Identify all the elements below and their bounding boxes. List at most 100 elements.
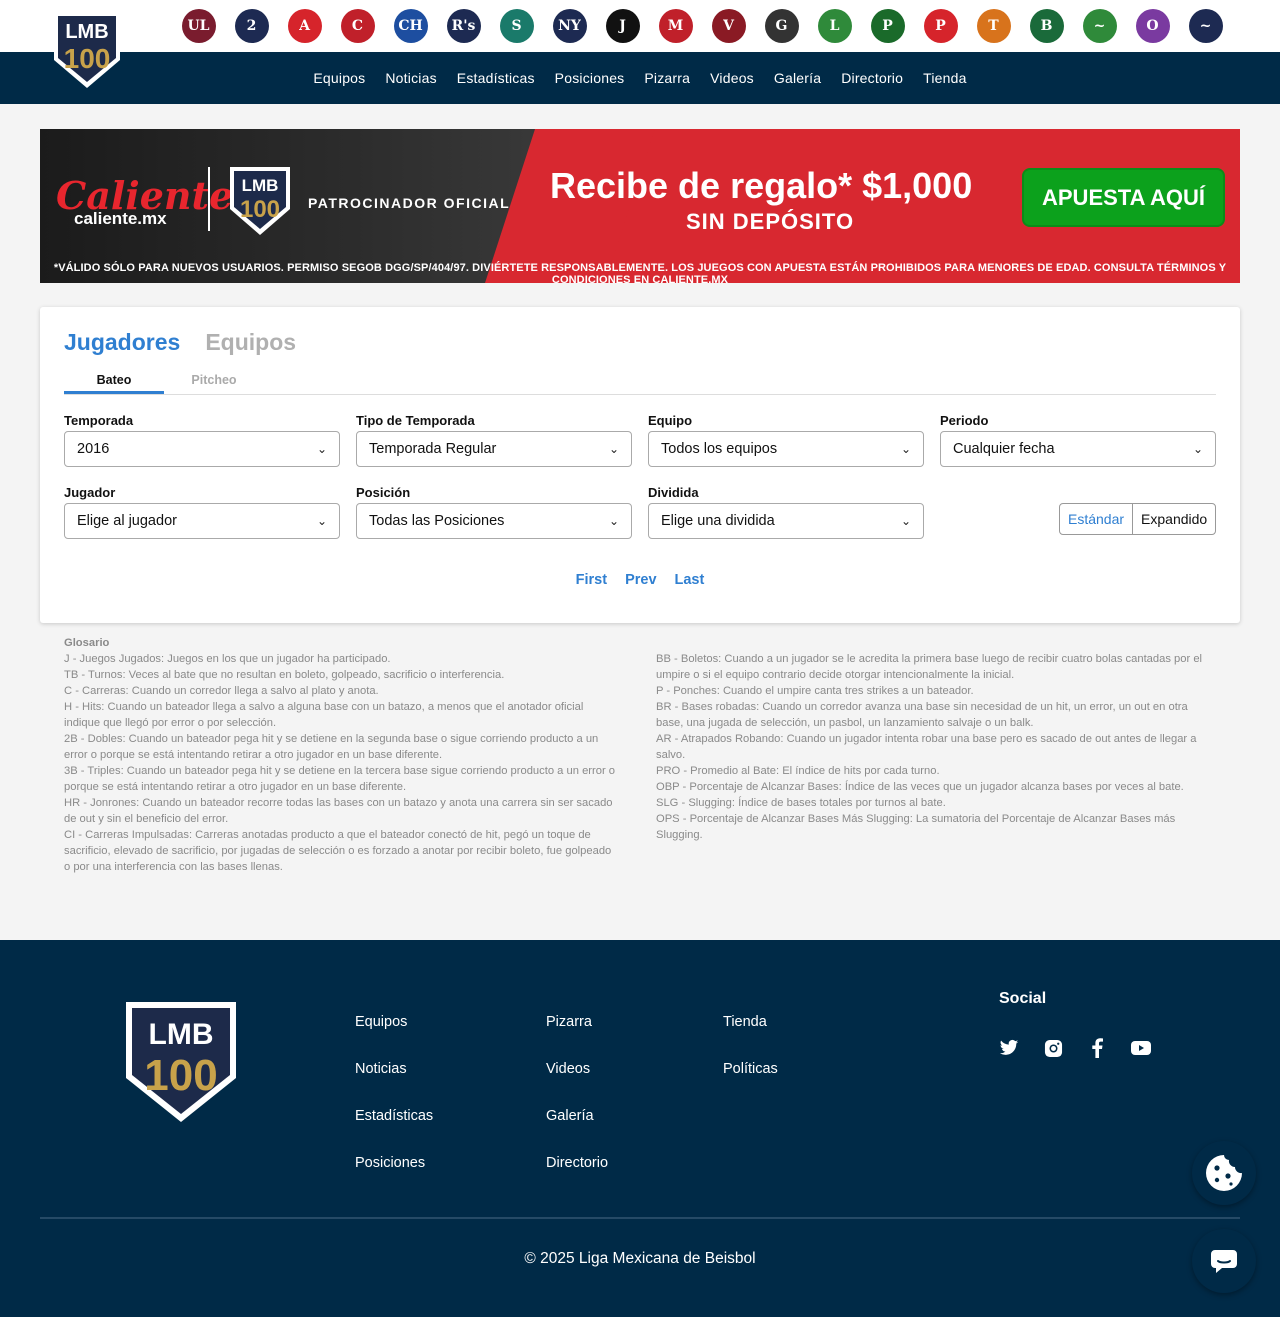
first-page-link[interactable]: First: [576, 572, 607, 588]
season-value: 2016: [77, 441, 110, 457]
glossary-left-list: J - Juegos Jugados: Juegos en los que un…: [64, 651, 616, 875]
tab-bateo[interactable]: Bateo: [64, 371, 164, 394]
footer-links-col3: Tienda Políticas: [723, 1014, 778, 1108]
nav-equipos[interactable]: Equipos: [303, 70, 375, 86]
glossary-left: Glosario J - Juegos Jugados: Juegos en l…: [64, 635, 616, 875]
nav-tienda[interactable]: Tienda: [913, 70, 977, 86]
twitter-icon[interactable]: [999, 1038, 1019, 1058]
youtube-icon[interactable]: [1131, 1038, 1151, 1058]
chevron-down-icon: ⌄: [608, 442, 619, 456]
position-value: Todas las Posiciones: [369, 513, 505, 529]
banner-headline: Recibe de regalo* $1,000: [550, 165, 973, 206]
footer: LMB 100 Equipos Noticias Estadísticas Po…: [0, 940, 1280, 1317]
team-logo-10[interactable]: M: [649, 6, 702, 46]
nav-posiciones[interactable]: Posiciones: [545, 70, 635, 86]
team-logo-3[interactable]: A: [278, 6, 331, 46]
nav-pizarra[interactable]: Pizarra: [634, 70, 700, 86]
team-logo-20[interactable]: ~: [1179, 6, 1232, 46]
nav-directorio[interactable]: Directorio: [831, 70, 913, 86]
tab-pitcheo[interactable]: Pitcheo: [164, 371, 264, 394]
instagram-icon[interactable]: [1043, 1038, 1063, 1058]
team-logo-12[interactable]: G: [755, 6, 808, 46]
expanded-view-button[interactable]: Expandido: [1133, 504, 1215, 534]
standard-view-button[interactable]: Estándar: [1060, 504, 1134, 534]
chevron-down-icon: ⌄: [900, 442, 911, 456]
team-logo-17[interactable]: B: [1020, 6, 1073, 46]
footer-link-pizarra[interactable]: Pizarra: [546, 1014, 608, 1061]
period-select[interactable]: Cualquier fecha ⌄: [940, 431, 1216, 467]
team-logo-6[interactable]: R's: [437, 6, 490, 46]
banner-legal: *VÁLIDO SÓLO PARA NUEVOS USUARIOS. PERMI…: [53, 262, 1227, 283]
sponsor-banner[interactable]: Caliente caliente.mx LMB 100 PATROCINADO…: [40, 129, 1240, 283]
footer-links-col2: Pizarra Videos Galería Directorio: [546, 1014, 608, 1202]
team-mark: J: [605, 9, 640, 43]
footer-link-estadisticas[interactable]: Estadísticas: [355, 1108, 433, 1155]
team-mark: O: [1135, 9, 1170, 43]
social-links: [999, 1038, 1151, 1058]
footer-link-politicas[interactable]: Políticas: [723, 1061, 778, 1108]
team-filter: Equipo Todos los equipos ⌄: [648, 413, 924, 467]
nav-videos[interactable]: Videos: [700, 70, 764, 86]
position-select[interactable]: Todas las Posiciones ⌄: [356, 503, 632, 539]
team-logo-2[interactable]: 2: [225, 6, 278, 46]
footer-lmb-logo[interactable]: LMB 100: [122, 998, 240, 1124]
division-select[interactable]: Elige una dividida ⌄: [648, 503, 924, 539]
team-logo-18[interactable]: ~: [1073, 6, 1126, 46]
team-select[interactable]: Todos los equipos ⌄: [648, 431, 924, 467]
team-mark: M: [658, 9, 693, 43]
svg-text:LMB: LMB: [65, 21, 108, 43]
season-type-filter: Tipo de Temporada Temporada Regular ⌄: [356, 413, 632, 467]
footer-link-videos[interactable]: Videos: [546, 1061, 608, 1108]
season-label: Temporada: [64, 413, 134, 428]
chat-button[interactable]: [1192, 1229, 1256, 1293]
team-logo-15[interactable]: P: [914, 6, 967, 46]
banner-cta-button[interactable]: APUESTA AQUÍ: [1022, 168, 1225, 227]
chevron-down-icon: ⌄: [608, 514, 619, 528]
team-logo-16[interactable]: T: [967, 6, 1020, 46]
footer-link-galeria[interactable]: Galería: [546, 1108, 608, 1155]
team-logo-bar: UL 2 A C CH R's S NY J M V G L P P T B ~ O ~: [0, 0, 1280, 52]
banner-separator: [208, 167, 210, 231]
team-logo-1[interactable]: UL: [172, 6, 225, 46]
team-logo-5[interactable]: CH: [384, 6, 437, 46]
team-mark: V: [711, 9, 746, 43]
player-select[interactable]: Elige al jugador ⌄: [64, 503, 340, 539]
position-label: Posición: [356, 485, 411, 500]
team-logo-14[interactable]: P: [861, 6, 914, 46]
team-logo-8[interactable]: NY: [543, 6, 596, 46]
cookie-settings-button[interactable]: [1192, 1141, 1256, 1205]
team-logo-13[interactable]: L: [808, 6, 861, 46]
lmb-100-logo[interactable]: LMB 100: [48, 8, 126, 90]
team-mark: NY: [552, 9, 587, 43]
footer-link-noticias[interactable]: Noticias: [355, 1061, 433, 1108]
division-label: Dividida: [648, 485, 699, 500]
team-logo-7[interactable]: S: [490, 6, 543, 46]
team-mark: B: [1029, 9, 1064, 43]
tab-equipos[interactable]: Equipos: [205, 329, 296, 356]
nav-noticias[interactable]: Noticias: [375, 70, 446, 86]
team-mark: L: [817, 9, 852, 43]
season-select[interactable]: 2016 ⌄: [64, 431, 340, 467]
team-mark: T: [976, 9, 1011, 43]
footer-link-posiciones[interactable]: Posiciones: [355, 1155, 433, 1202]
nav-galeria[interactable]: Galería: [764, 70, 831, 86]
team-logo-19[interactable]: O: [1126, 6, 1179, 46]
season-type-select[interactable]: Temporada Regular ⌄: [356, 431, 632, 467]
nav-estadisticas[interactable]: Estadísticas: [447, 70, 545, 86]
prev-page-link[interactable]: Prev: [625, 572, 656, 588]
footer-link-directorio[interactable]: Directorio: [546, 1155, 608, 1202]
footer-link-equipos[interactable]: Equipos: [355, 1014, 433, 1061]
footer-link-tienda[interactable]: Tienda: [723, 1014, 778, 1061]
team-logo-11[interactable]: V: [702, 6, 755, 46]
period-label: Periodo: [940, 413, 989, 428]
facebook-icon[interactable]: [1087, 1038, 1107, 1058]
glossary-entry: HR - Jonrones: Cuando un bateador recorr…: [64, 797, 613, 825]
tab-jugadores[interactable]: Jugadores: [64, 329, 180, 356]
team-mark: P: [923, 9, 958, 43]
last-page-link[interactable]: Last: [675, 572, 705, 588]
team-logo-4[interactable]: C: [331, 6, 384, 46]
social-title: Social: [999, 990, 1047, 1007]
team-logo-9[interactable]: J: [596, 6, 649, 46]
period-filter: Periodo Cualquier fecha ⌄: [940, 413, 1216, 467]
pagination: First Prev Last: [40, 572, 1240, 588]
